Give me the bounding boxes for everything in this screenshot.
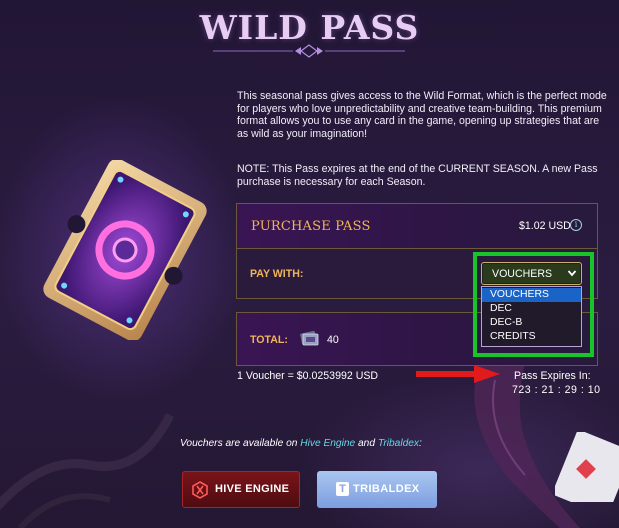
purchase-pass-panel: PURCHASE PASS $1.02 USD i [236,203,598,249]
pay-with-selected-value: VOUCHERS [492,268,553,280]
pay-with-label: PAY WITH: [250,268,304,280]
voucher-icon [300,330,319,346]
wild-pass-ticket-icon [43,160,207,340]
chevron-down-icon [567,270,577,277]
background-card-decoration [555,432,619,502]
tribaldex-logo-icon: T [336,482,349,496]
dropdown-option-vouchers[interactable]: VOUCHERS [482,288,581,302]
background-chain-decoration [0,412,175,528]
total-label: TOTAL: [250,334,288,346]
voucher-rate: 1 Voucher = $0.0253992 USD [237,370,379,382]
pay-with-dropdown: VOUCHERS DEC DEC-B CREDITS [481,286,582,347]
hive-engine-button[interactable]: HIVE ENGINE [182,471,300,508]
dropdown-option-dec[interactable]: DEC [482,302,581,316]
purchase-pass-title: PURCHASE PASS [251,219,371,234]
dropdown-option-credits[interactable]: CREDITS [482,330,581,344]
page-title: WILD PASS [199,8,420,47]
tribaldex-button[interactable]: T TRIBALDEX [317,471,437,508]
total-value: 40 [327,334,339,346]
hive-engine-link[interactable]: Hive Engine [300,438,355,449]
red-arrow-annotation [416,365,500,383]
vouchers-availability-note: Vouchers are available on Hive Engine an… [180,438,422,449]
vouchers-note-suffix: : [419,438,422,449]
tribaldex-label: TRIBALDEX [353,483,420,495]
info-icon[interactable]: i [570,219,582,231]
hive-logo-icon [192,481,208,499]
pass-price: $1.02 USD [519,220,571,232]
pass-expires-countdown: 723 : 21 : 29 : 10 [512,384,601,396]
title-ornament-icon [213,44,405,58]
vouchers-note-prefix: Vouchers are available on [180,438,301,449]
pass-description: This seasonal pass gives access to the W… [237,90,607,140]
pay-with-select[interactable]: VOUCHERS [481,262,582,285]
tribaldex-link[interactable]: Tribaldex [378,438,419,449]
vouchers-note-middle: and [355,438,378,449]
dropdown-option-dec-b[interactable]: DEC-B [482,316,581,330]
pass-expiry-note: NOTE: This Pass expires at the end of th… [237,163,598,188]
pass-expires-label: Pass Expires In: [514,370,591,382]
hive-engine-label: HIVE ENGINE [215,483,290,495]
